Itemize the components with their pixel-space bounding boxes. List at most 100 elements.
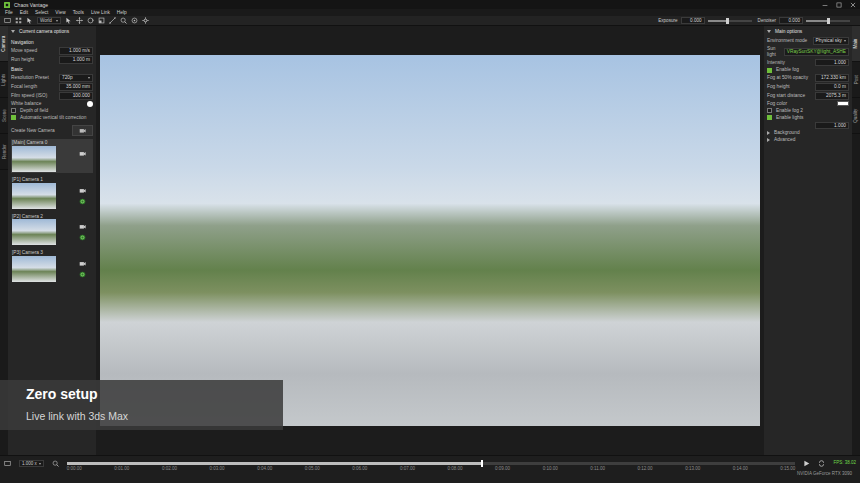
view-icon[interactable] [4,17,11,24]
slider-track[interactable] [708,20,752,22]
value-field[interactable]: 35.000 mm [59,83,93,91]
camera-target-icon[interactable] [131,17,138,24]
maximize-icon[interactable] [836,2,842,8]
setting-row: Automatic vertical tilt correction [11,114,93,121]
toggle-switch[interactable] [87,101,93,107]
group-label[interactable]: Background [774,130,849,136]
value-text: 1.000 [834,123,846,129]
setting-row: Sun lightVRaySunSKY@light_ASHE [767,46,849,59]
camera-thumbnail[interactable] [12,183,56,209]
close-icon[interactable] [850,2,856,8]
timeline-tick: 0:11.00 [590,466,605,471]
side-tab[interactable]: Render [0,134,8,170]
expand-caret-icon[interactable] [767,131,770,135]
side-tab[interactable]: Lights [0,62,8,98]
linked-status-icon[interactable] [79,198,86,205]
value-field[interactable]: 100.000 [59,92,93,100]
value-field[interactable]: 1.000 [815,59,849,67]
camera-item[interactable]: [Main] Camera 0 [11,139,93,173]
menu-item[interactable]: Select [35,10,48,16]
camera-thumbnail[interactable] [12,219,56,245]
play-icon[interactable] [803,460,810,467]
timeline-settings-icon[interactable] [4,460,11,467]
timeline-playhead[interactable] [481,460,483,467]
side-tab[interactable]: Scene [0,98,8,134]
timeline-track[interactable] [67,462,796,465]
side-tab[interactable]: Post [852,62,860,98]
focus-icon[interactable] [120,17,127,24]
timeline-tick: 0:15.00 [780,466,795,471]
value-field[interactable]: 1.000 m/s [59,47,93,55]
timeline-tick: 0:08.00 [448,466,463,471]
value-field[interactable]: 1.000 [815,122,849,130]
slider-value[interactable]: 0.000 [779,17,803,25]
create-camera-button[interactable] [72,125,93,136]
group-label[interactable]: Advanced [774,137,849,143]
mode-select[interactable]: World [37,17,61,25]
timeline-tick: 0:07.00 [400,466,415,471]
value-field[interactable]: 2075.3 m [815,92,849,100]
linked-status-icon[interactable] [79,234,86,241]
viewport-render[interactable] [100,55,760,426]
select-icon[interactable] [65,17,72,24]
camera-thumbnail[interactable] [12,256,56,282]
camera-icon[interactable] [79,223,86,230]
menu-bar: File Edit Select View Tools Live Link Help [0,9,860,16]
setting-label: Film speed (ISO) [11,93,55,99]
menu-item[interactable]: Help [117,10,127,16]
loop-icon[interactable] [818,460,825,467]
value-field[interactable]: VRaySunSKY@light_ASHE [784,48,849,56]
slider-knob[interactable] [827,18,830,24]
camera-icon[interactable] [79,260,86,267]
menu-item[interactable]: View [55,10,65,16]
menu-item[interactable]: Edit [20,10,28,16]
menu-item[interactable]: Tools [73,10,84,16]
setting-row: Fog at 50% opacity172.330 km [767,74,849,83]
settings-icon[interactable] [142,17,149,24]
slider-knob[interactable] [726,18,729,24]
value-field[interactable]: 0.0 m [815,83,849,91]
value-field[interactable]: Physical sky [813,37,849,45]
menu-item[interactable]: File [5,10,13,16]
slider-value[interactable]: 0.000 [681,17,705,25]
timeline[interactable]: 0:00.000:01.000:02.000:03.000:04.000:05.… [67,460,796,471]
rotate-icon[interactable] [87,17,94,24]
value-field[interactable]: 1.000 m [59,56,93,64]
speed-select[interactable]: 1.000 x [19,460,44,467]
value-field[interactable]: 172.330 km [815,74,849,82]
camera-icon[interactable] [79,150,86,157]
slider-group: Exposure0.000Denoiser0.000 [658,17,856,25]
side-tab[interactable]: Camera [0,26,8,62]
minimize-icon[interactable] [822,2,828,8]
checkbox[interactable] [767,68,772,73]
scale-icon[interactable] [98,17,105,24]
expand-caret-icon[interactable] [767,138,770,142]
value-text: 35.000 mm [66,84,90,90]
linked-status-icon[interactable] [79,271,86,278]
side-tab-label: Post [853,75,858,84]
value-field[interactable]: 720p [59,74,93,82]
move-icon[interactable] [76,17,83,24]
checkbox[interactable] [11,108,16,113]
grid-icon[interactable] [15,17,22,24]
checkbox[interactable] [11,115,16,120]
side-tab[interactable]: Quality [852,98,860,134]
toolbar-slider: Denoiser0.000 [758,17,850,25]
checkbox[interactable] [767,108,772,113]
camera-item[interactable]: [P3] Camera 3 [11,249,93,283]
zoom-icon[interactable] [52,460,59,467]
camera-item[interactable]: [P2] Camera 2 [11,213,93,247]
color-swatch[interactable] [837,101,849,106]
panel-title-text: Main options [775,29,802,35]
camera-thumbnail[interactable] [12,146,56,172]
camera-icon[interactable] [79,187,86,194]
measure-icon[interactable] [109,17,116,24]
side-tab[interactable]: Main [852,26,860,62]
camera-item[interactable]: [P1] Camera 1 [11,176,93,210]
cursor-icon[interactable] [26,17,33,24]
panel-caret-icon[interactable] [11,30,15,33]
menu-item[interactable]: Live Link [91,10,110,16]
panel-caret-icon[interactable] [767,30,771,33]
checkbox[interactable] [767,115,772,120]
slider-track[interactable] [806,20,850,22]
